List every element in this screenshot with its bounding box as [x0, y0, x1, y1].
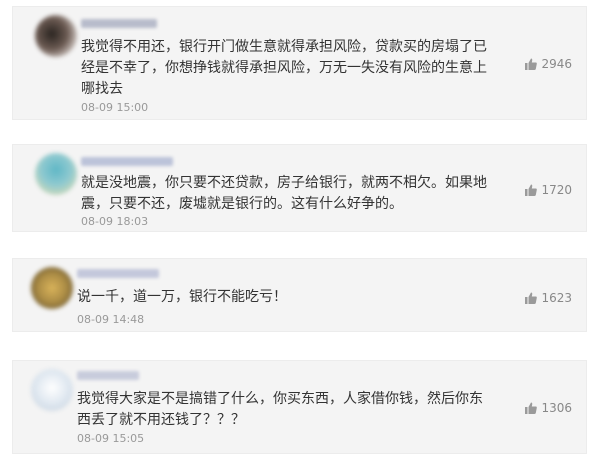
comment-card: 我觉得大家是不是搞错了什么，你买东西，人家借你钱，然后你东 西丢了就不用还钱了？…	[12, 360, 587, 454]
comment-text-line: 说一千，道一万，银行不能吃亏！	[77, 289, 287, 305]
comment-text-line: 经是不幸了，你想挣钱就得承担风险，万无一失没有风险的生意上	[81, 60, 487, 76]
comment-text-line: 就是没地震，你只要不还贷款，房子给银行，就两不相欠。如果地	[81, 175, 487, 191]
thumbs-up-icon	[525, 292, 538, 304]
like-button[interactable]: 1623	[525, 291, 572, 305]
like-count: 2946	[541, 57, 572, 71]
username[interactable]	[77, 371, 139, 380]
avatar[interactable]	[31, 267, 73, 309]
like-button[interactable]: 1720	[525, 183, 572, 197]
comment-timestamp: 08-09 15:00	[81, 101, 149, 114]
avatar[interactable]	[35, 153, 77, 195]
username[interactable]	[81, 19, 157, 28]
avatar[interactable]	[35, 15, 77, 57]
comment-card: 说一千，道一万，银行不能吃亏！ 08-09 14:48 1623	[12, 258, 587, 332]
like-count: 1623	[541, 291, 572, 305]
like-count: 1306	[541, 401, 572, 415]
comment-list: 我觉得不用还，银行开门做生意就得承担风险，贷款买的房塌了已 经是不幸了，你想挣钱…	[0, 0, 599, 463]
like-count: 1720	[541, 183, 572, 197]
comment-timestamp: 08-09 15:05	[77, 432, 145, 445]
thumbs-up-icon	[525, 184, 538, 196]
like-button[interactable]: 2946	[525, 57, 572, 71]
comment-text-line: 我觉得大家是不是搞错了什么，你买东西，人家借你钱，然后你东	[77, 391, 483, 407]
comment-timestamp: 08-09 18:03	[81, 215, 149, 228]
avatar[interactable]	[31, 369, 73, 411]
like-button[interactable]: 1306	[525, 401, 572, 415]
thumbs-up-icon	[525, 58, 538, 70]
comment-card: 我觉得不用还，银行开门做生意就得承担风险，贷款买的房塌了已 经是不幸了，你想挣钱…	[12, 6, 587, 120]
comment-text-line: 西丢了就不用还钱了？？？	[77, 412, 245, 428]
comment-text-line: 我觉得不用还，银行开门做生意就得承担风险，贷款买的房塌了已	[81, 39, 487, 55]
comment-card: 就是没地震，你只要不还贷款，房子给银行，就两不相欠。如果地 震，只要不还，废墟就…	[12, 144, 587, 232]
username[interactable]	[77, 269, 159, 278]
comment-timestamp: 08-09 14:48	[77, 313, 145, 326]
comment-text-line: 震，只要不还，废墟就是银行的。这有什么好争的。	[81, 196, 403, 212]
username[interactable]	[81, 157, 173, 166]
comment-text-line: 哪找去	[81, 81, 123, 97]
thumbs-up-icon	[525, 402, 538, 414]
